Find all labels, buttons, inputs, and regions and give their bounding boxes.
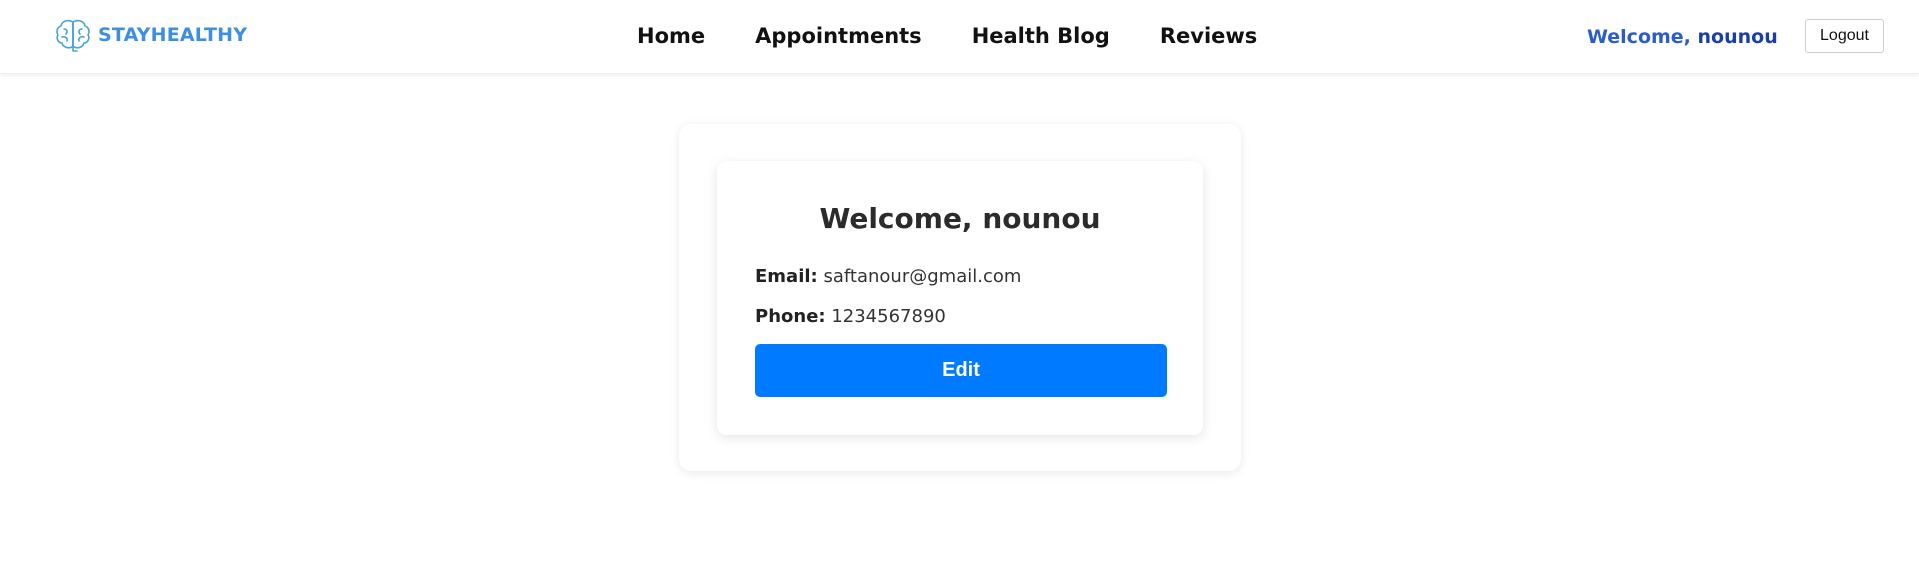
welcome-prefix: Welcome,: [1587, 26, 1698, 48]
edit-profile-button[interactable]: Edit: [755, 344, 1167, 397]
nav-link-home[interactable]: Home: [637, 22, 705, 50]
navbar: STAYHEALTHY Home Appointments Health Blo…: [0, 0, 1919, 74]
brain-logo-icon: [56, 19, 90, 52]
nav-link-appointments[interactable]: Appointments: [755, 22, 922, 50]
welcome-user-greeting: Welcome, nounou: [1587, 24, 1778, 50]
brand-logo-link[interactable]: STAYHEALTHY: [54, 17, 247, 53]
profile-title: Welcome, nounou: [819, 202, 1101, 235]
nav-link-reviews[interactable]: Reviews: [1160, 22, 1257, 50]
profile-card: Welcome, nounou Email: saftanour@gmail.c…: [717, 161, 1203, 435]
brand-name: STAYHEALTHY: [98, 24, 248, 46]
nav-link-health-blog[interactable]: Health Blog: [972, 22, 1110, 50]
email-value: saftanour@gmail.com: [823, 266, 1022, 287]
main-nav: Home Appointments Health Blog Reviews: [637, 22, 1257, 50]
phone-row: Phone: 1234567890: [755, 305, 946, 329]
email-label: Email:: [755, 266, 818, 287]
phone-value: 1234567890: [831, 306, 946, 327]
profile-container: Welcome, nounou Email: saftanour@gmail.c…: [679, 124, 1241, 471]
welcome-username: nounou: [1697, 26, 1778, 48]
email-row: Email: saftanour@gmail.com: [755, 265, 1021, 289]
logout-button[interactable]: Logout: [1805, 19, 1884, 53]
phone-label: Phone:: [755, 306, 826, 327]
